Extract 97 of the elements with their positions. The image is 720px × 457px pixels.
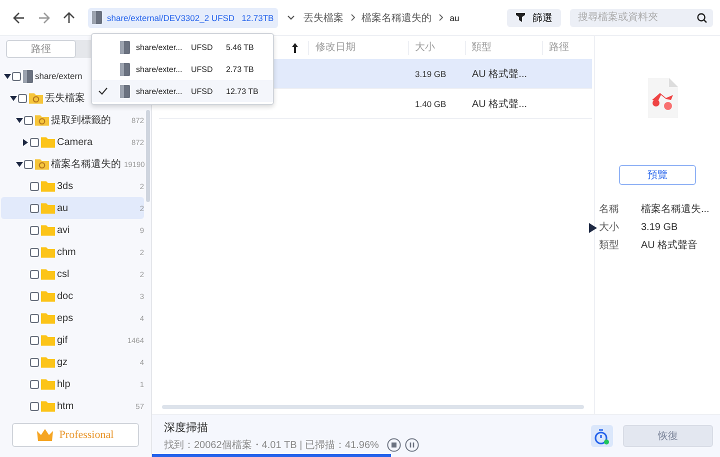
forward-icon[interactable] <box>38 12 50 24</box>
sidebar-tab[interactable]: 路徑 <box>6 40 76 58</box>
detail-value: 3.19 GB <box>641 222 678 232</box>
checkbox[interactable] <box>30 336 39 344</box>
scan-title: 深度掃描 <box>164 420 209 435</box>
table-cell-text: AU 格式聲... <box>471 68 528 80</box>
folder-icon <box>41 136 55 148</box>
stopwatch-icon <box>594 428 610 444</box>
checkbox[interactable] <box>24 160 33 168</box>
checkbox[interactable] <box>30 380 39 388</box>
checkbox[interactable] <box>30 402 39 410</box>
filter-button[interactable]: 篩選 <box>507 8 561 26</box>
breadcrumb-link[interactable]: 檔案名稱遺失的 <box>362 10 432 24</box>
pause-button[interactable] <box>404 438 419 452</box>
detail-label: 大小 <box>599 220 620 234</box>
audio-file-icon <box>648 78 678 118</box>
tree-label: 3ds <box>57 180 74 192</box>
breadcrumb-link[interactable]: au <box>450 12 460 22</box>
folder-icon <box>41 246 55 258</box>
tree-label: share/extern <box>35 71 82 81</box>
detail-label: 名稱 <box>599 203 620 216</box>
table-cell-text: 1.40 GB <box>414 98 448 108</box>
folder-icon <box>41 180 55 192</box>
menu-item[interactable]: share/exter... UFSD 12.73 TB <box>92 80 273 102</box>
checkbox[interactable] <box>30 270 39 278</box>
drive-icon <box>120 84 130 98</box>
scan-status: 找到：20062個檔案・4.01 TB | 已掃描：41.96% <box>164 438 379 452</box>
tree-label: gz <box>57 356 68 368</box>
expand-arrow-icon[interactable] <box>16 160 23 168</box>
checkbox[interactable] <box>12 72 21 80</box>
menu-item[interactable]: share/exter... UFSD 5.46 TB <box>92 36 273 58</box>
tree-label: 丟失檔案 <box>45 92 85 105</box>
folder-icon <box>41 378 55 390</box>
folder-icon <box>35 114 49 126</box>
checkbox[interactable] <box>18 94 27 102</box>
drive-icon <box>92 11 102 24</box>
stop-button[interactable] <box>386 438 401 452</box>
tree-label: eps <box>57 312 74 324</box>
folder-icon <box>41 290 55 302</box>
folder-icon <box>41 400 55 412</box>
back-icon[interactable] <box>13 12 25 24</box>
expand-arrow-icon[interactable] <box>22 138 29 146</box>
expand-arrow-icon[interactable] <box>16 116 23 124</box>
checkbox[interactable] <box>30 138 39 146</box>
check-icon <box>98 87 108 95</box>
tree-label: 提取到標籤的 <box>51 114 111 127</box>
preview-button[interactable]: 預覽 <box>619 165 696 185</box>
checkbox[interactable] <box>30 248 39 256</box>
folder-icon <box>41 312 55 324</box>
tree-label: 檔案名稱遺失的 <box>51 158 121 171</box>
drive-icon <box>120 62 130 76</box>
breadcrumb-link[interactable]: 丟失檔案 <box>304 10 344 24</box>
folder-icon <box>29 92 43 104</box>
crown-icon <box>37 429 54 441</box>
folder-icon <box>35 158 49 170</box>
chevron-icon <box>350 14 355 21</box>
drive-selector[interactable]: share/external/DEV3302_2 UFSD 12.73TB <box>88 8 278 28</box>
checkbox[interactable] <box>30 226 39 234</box>
folder-icon <box>41 224 55 236</box>
table-cell-text: 3.19 GB <box>414 68 448 78</box>
folder-icon <box>41 268 55 280</box>
sort-arrow-icon[interactable] <box>292 43 298 53</box>
chevron-icon <box>438 14 443 21</box>
checkbox[interactable] <box>30 358 39 366</box>
detail-value: AU 格式聲音 <box>641 238 698 252</box>
checkbox[interactable] <box>30 204 39 212</box>
folder-icon <box>41 202 55 214</box>
tree-label: chm <box>57 246 76 258</box>
pointer-icon <box>589 223 597 233</box>
expand-arrow-icon[interactable] <box>10 94 17 102</box>
detail-label: 類型 <box>599 238 620 252</box>
tree-label: hlp <box>57 378 70 390</box>
checkbox[interactable] <box>30 182 39 190</box>
tree-label: au <box>57 202 68 214</box>
search-icon[interactable] <box>697 12 707 22</box>
search-field[interactable]: 搜尋檔案或資料夾 <box>570 8 713 26</box>
checkbox[interactable] <box>24 116 33 124</box>
funnel-icon <box>516 13 524 22</box>
expand-arrow-icon[interactable] <box>4 72 11 80</box>
tree-label: avi <box>57 224 70 236</box>
scrollbar[interactable] <box>162 405 584 409</box>
folder-icon <box>41 356 55 368</box>
drive-icon <box>120 40 130 54</box>
folder-icon <box>41 334 55 346</box>
checkbox[interactable] <box>30 292 39 300</box>
up-icon[interactable] <box>63 12 75 24</box>
tree-label: csl <box>57 268 70 280</box>
timer-button[interactable] <box>591 425 613 447</box>
checkbox[interactable] <box>30 314 39 322</box>
tree-label: htm <box>57 400 74 412</box>
tree-label: gif <box>57 334 68 346</box>
drive-icon <box>23 70 33 82</box>
detail-value: 檔案名稱遺失... <box>641 202 710 216</box>
table-cell-text: AU 格式聲... <box>471 98 528 110</box>
tree-label: doc <box>57 290 74 302</box>
tree-label: Camera <box>57 136 93 148</box>
caret-icon[interactable] <box>286 14 295 20</box>
